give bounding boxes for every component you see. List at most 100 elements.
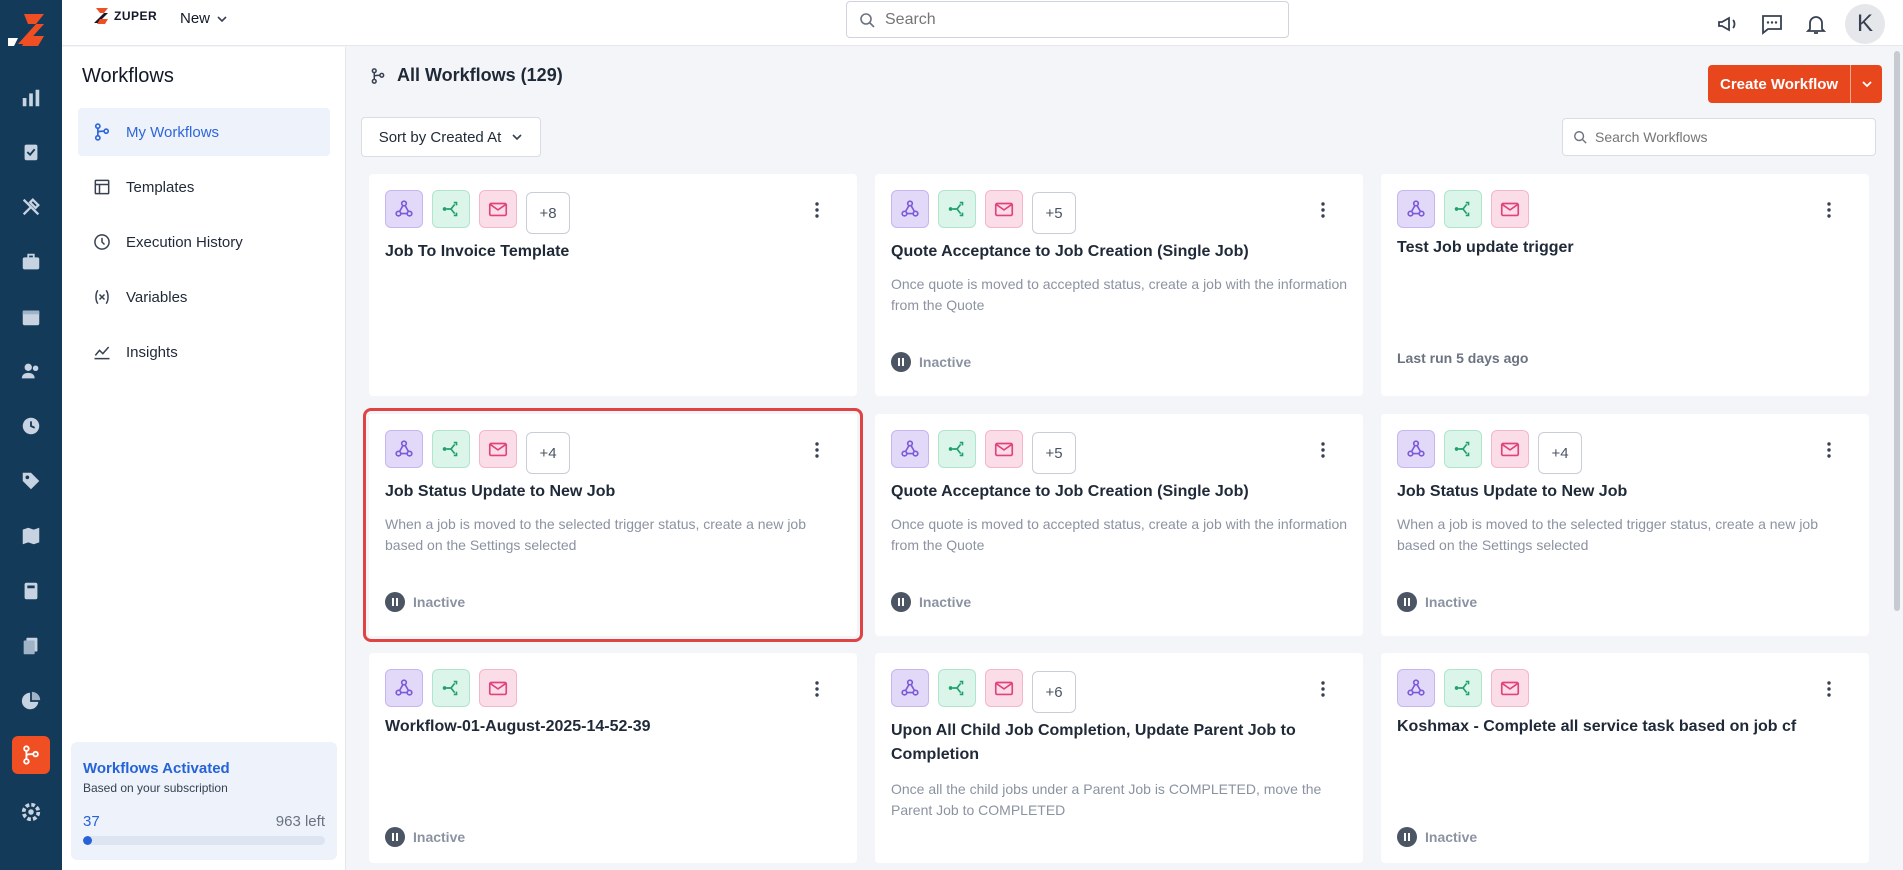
webhook-icon (1397, 669, 1435, 707)
card-title[interactable]: Test Job update trigger (1397, 236, 1857, 260)
card-action-icons: +6 (891, 669, 1076, 713)
tasks-icon[interactable] (12, 133, 50, 171)
workflow-card[interactable]: +8 Job To Invoice Template (369, 174, 857, 396)
calendar-icon[interactable] (12, 298, 50, 336)
webhook-icon (891, 669, 929, 707)
workflow-search-input[interactable] (1595, 129, 1865, 145)
top-bar: ZUPER New K (62, 0, 1903, 46)
sidebar-nav: My Workflows Templates Execution History… (78, 108, 330, 383)
workflow-card[interactable]: +4 Job Status Update to New Job When a job… (363, 408, 863, 642)
tools-icon[interactable] (12, 188, 50, 226)
create-workflow-button[interactable]: Create Workflow (1708, 65, 1851, 103)
sidebar-item-execution-history[interactable]: Execution History (78, 218, 330, 266)
global-search[interactable] (846, 1, 1289, 38)
webhook-icon (1397, 190, 1435, 228)
last-run-label: Last run 5 days ago (1397, 350, 1529, 366)
workflow-search[interactable] (1562, 118, 1876, 156)
sort-dropdown[interactable]: Sort by Created At (361, 117, 541, 157)
card-action-icons: +8 (385, 190, 570, 234)
announcement-icon[interactable] (1713, 9, 1743, 39)
app-rail (0, 0, 62, 870)
card-menu-icon[interactable] (807, 198, 827, 222)
workflow-card[interactable]: Workflow-01-August-2025-14-52-39 Inactive (369, 653, 857, 863)
top-actions: K (1713, 4, 1885, 44)
workflows-sidebar: Workflows My Workflows Templates Executi… (62, 47, 346, 870)
mail-icon (1491, 430, 1529, 468)
pause-icon (1397, 827, 1417, 847)
workflow-card[interactable]: +5 Quote Acceptance to Job Creation (Sing… (875, 174, 1363, 396)
users-icon[interactable] (12, 352, 50, 390)
webhook-icon (385, 190, 423, 228)
workflow-card[interactable]: Test Job update trigger Last run 5 days a… (1381, 174, 1869, 396)
card-menu-icon[interactable] (1313, 438, 1333, 462)
card-action-icons: +5 (891, 190, 1076, 234)
sidebar-item-insights[interactable]: Insights (78, 328, 330, 376)
notification-bell-icon[interactable] (1801, 9, 1831, 39)
reports-icon[interactable] (12, 79, 50, 117)
calculator-icon[interactable] (12, 572, 50, 610)
settings-gear-icon[interactable] (12, 793, 50, 831)
card-action-icons: +5 (891, 430, 1076, 474)
workflows-nav-icon[interactable] (12, 736, 50, 774)
card-menu-icon[interactable] (1313, 198, 1333, 222)
sidebar-item-label: Execution History (126, 233, 243, 251)
workflow-card[interactable]: +6 Upon All Child Job Completion, Update … (875, 653, 1363, 863)
clock-icon[interactable] (12, 407, 50, 445)
card-title[interactable]: Job Status Update to New Job (385, 480, 845, 504)
branch-icon (1444, 669, 1482, 707)
card-title[interactable]: Quote Acceptance to Job Creation (Single… (891, 480, 1351, 504)
workflow-card[interactable]: Koshmax - Complete all service task base… (1381, 653, 1869, 863)
new-dropdown-button[interactable]: New (180, 10, 228, 27)
main-scrollbar[interactable] (1891, 47, 1903, 870)
card-menu-icon[interactable] (1819, 438, 1839, 462)
card-menu-icon[interactable] (807, 677, 827, 701)
card-title[interactable]: Job To Invoice Template (385, 240, 845, 264)
tag-icon[interactable] (12, 462, 50, 500)
documents-icon[interactable] (12, 627, 50, 665)
sidebar-item-templates[interactable]: Templates (78, 163, 330, 211)
create-workflow-split-button: Create Workflow (1708, 65, 1883, 103)
mail-icon (1491, 669, 1529, 707)
card-menu-icon[interactable] (1313, 677, 1333, 701)
status-label: Inactive (413, 594, 466, 610)
scrollbar-thumb[interactable] (1894, 51, 1900, 611)
briefcase-icon[interactable] (12, 243, 50, 281)
map-icon[interactable] (12, 517, 50, 555)
sidebar-item-label: My Workflows (126, 123, 220, 141)
pause-icon (891, 352, 911, 372)
sidebar-item-label: Variables (126, 288, 188, 306)
card-title[interactable]: Upon All Child Job Completion, Update Pa… (891, 719, 1351, 767)
create-workflow-dropdown[interactable] (1850, 65, 1883, 103)
status-badge: Inactive (385, 592, 465, 612)
more-actions-count: +5 (1032, 192, 1076, 234)
card-menu-icon[interactable] (807, 438, 827, 462)
brand-logo[interactable]: ZUPER (90, 6, 157, 26)
global-search-input[interactable] (885, 10, 1265, 29)
sidebar-item-my-workflows[interactable]: My Workflows (78, 108, 330, 156)
card-title[interactable]: Quote Acceptance to Job Creation (Single… (891, 240, 1351, 264)
user-avatar[interactable]: K (1845, 4, 1885, 44)
card-menu-icon[interactable] (1819, 677, 1839, 701)
status-label: Inactive (413, 829, 466, 845)
pie-chart-icon[interactable] (12, 682, 50, 720)
quota-title: Workflows Activated (83, 760, 230, 777)
status-label: Inactive (919, 594, 972, 610)
card-description: When a job is moved to the selected trig… (385, 516, 807, 553)
page-title: All Workflows (129) (369, 65, 563, 86)
workflow-card[interactable]: +4 Job Status Update to New Job When a job… (1381, 414, 1869, 636)
card-title[interactable]: Job Status Update to New Job (1397, 480, 1857, 504)
chat-icon[interactable] (1757, 9, 1787, 39)
search-icon (1574, 131, 1587, 144)
sidebar-item-variables[interactable]: Variables (78, 273, 330, 321)
sidebar-item-label: Insights (126, 343, 178, 361)
zuper-logo-icon[interactable] (8, 10, 52, 50)
card-title[interactable]: Koshmax - Complete all service task base… (1397, 715, 1857, 739)
status-label: Inactive (1425, 594, 1478, 610)
workflow-quota-panel: Workflows Activated Based on your subscr… (71, 742, 337, 860)
chevron-down-icon (1861, 81, 1872, 88)
branch-icon (432, 430, 470, 468)
mail-icon (985, 190, 1023, 228)
card-title[interactable]: Workflow-01-August-2025-14-52-39 (385, 715, 845, 739)
workflow-card[interactable]: +5 Quote Acceptance to Job Creation (Sing… (875, 414, 1363, 636)
card-menu-icon[interactable] (1819, 198, 1839, 222)
